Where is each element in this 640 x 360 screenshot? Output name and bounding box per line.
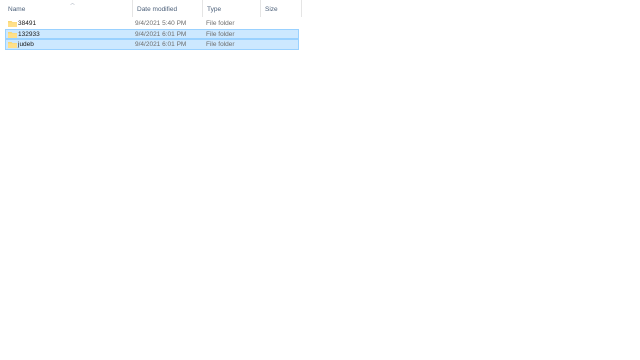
folder-icon [8,21,17,27]
file-list: 38491 9/4/2021 5:40 PM File folder 13293… [5,18,299,50]
file-name: judeb [18,41,34,48]
sort-ascending-icon [70,2,75,6]
column-header-size[interactable]: Size [260,0,302,17]
file-date-modified: 9/4/2021 6:01 PM [135,41,187,48]
file-type: File folder [206,30,235,38]
column-header-date-modified[interactable]: Date modified [132,0,202,17]
column-header-row: Name Date modified Type Size [0,0,302,17]
file-explorer-list-view: Name Date modified Type Size 38491 9/4/2… [0,0,640,360]
file-date-modified: 9/4/2021 5:40 PM [135,20,187,27]
file-row[interactable]: judeb 9/4/2021 6:01 PM File folder [5,39,299,50]
column-header-type[interactable]: Type [202,0,260,17]
file-name: 132933 [18,30,40,38]
column-header-size-label: Size [265,6,278,13]
folder-icon [8,31,17,38]
file-date-modified: 9/4/2021 6:01 PM [135,30,187,38]
folder-icon [8,42,17,48]
file-row[interactable]: 132933 9/4/2021 6:01 PM File folder [5,28,299,39]
column-header-name-label: Name [8,6,26,13]
file-row[interactable]: 38491 9/4/2021 5:40 PM File folder [5,18,299,29]
column-header-type-label: Type [207,6,222,13]
file-name: 38491 [18,20,37,27]
column-header-name[interactable]: Name [4,0,132,17]
column-header-date-modified-label: Date modified [137,6,178,13]
file-type: File folder [206,41,235,48]
file-type: File folder [206,20,235,27]
